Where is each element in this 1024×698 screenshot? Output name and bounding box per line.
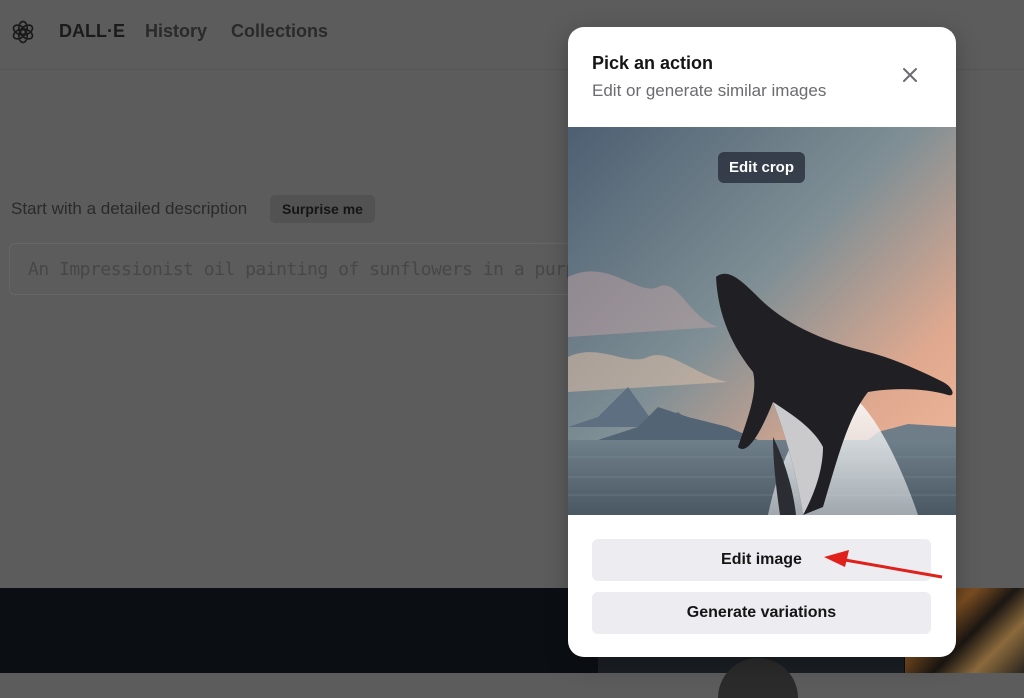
nav-history[interactable]: History — [145, 21, 207, 42]
modal-title: Pick an action — [592, 53, 714, 73]
prompt-label: Start with a detailed description — [11, 199, 248, 218]
edit-image-button[interactable]: Edit image — [592, 539, 931, 581]
image-preview[interactable]: Edit crop — [568, 127, 956, 515]
nav-collections[interactable]: Collections — [231, 21, 328, 42]
whale-image — [568, 127, 956, 515]
pick-action-modal: Pick an action Edit or generate similar … — [568, 27, 956, 657]
edit-crop-button[interactable]: Edit crop — [718, 152, 806, 183]
modal-subtitle: Edit or generate similar images — [592, 81, 827, 100]
openai-logo-icon[interactable] — [11, 20, 35, 44]
close-icon[interactable] — [898, 63, 922, 87]
prompt-input[interactable]: An Impressionist oil painting of sunflow… — [9, 243, 649, 295]
brand-name[interactable]: DALL·E — [59, 21, 125, 42]
surprise-me-button[interactable]: Surprise me — [270, 195, 375, 223]
generate-variations-button[interactable]: Generate variations — [592, 592, 931, 634]
